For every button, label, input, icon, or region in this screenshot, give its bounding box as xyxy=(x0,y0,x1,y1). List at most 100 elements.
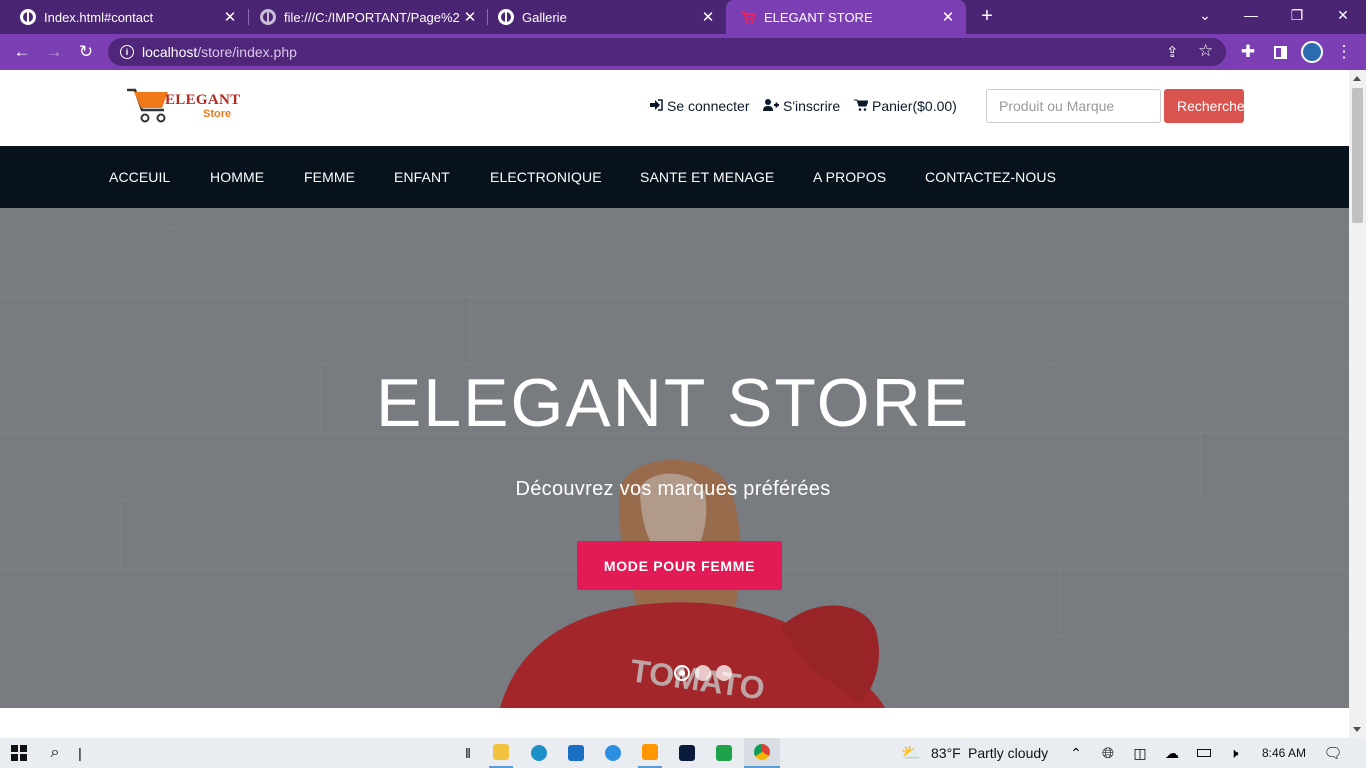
cart-favicon-icon xyxy=(740,9,757,25)
page-viewport: ELEGANT Store Se connecter S'inscrire Pa… xyxy=(0,70,1349,738)
search-button[interactable]: ⌕ xyxy=(44,738,66,768)
search-button[interactable]: Recherche xyxy=(1164,89,1244,123)
share-icon[interactable]: ⇪ xyxy=(1166,43,1179,61)
new-tab-button[interactable]: + xyxy=(976,5,998,27)
language-button[interactable]: 🌐︎ xyxy=(1098,738,1118,768)
globe-icon xyxy=(260,9,276,25)
site-logo[interactable]: ELEGANT Store xyxy=(125,84,249,128)
scroll-down-icon[interactable] xyxy=(1353,727,1361,732)
volume-button[interactable]: 🕨︎ xyxy=(1224,738,1244,768)
app-button[interactable] xyxy=(601,738,625,768)
browser-menu-button[interactable]: ⋮ xyxy=(1332,40,1356,64)
show-hidden-icons-button[interactable]: ⌃ xyxy=(1066,738,1086,768)
hero-title: ELEGANT STORE xyxy=(375,365,971,441)
address-host: localhost xyxy=(142,44,198,60)
side-panel-icon xyxy=(1273,45,1287,59)
scroll-up-icon[interactable] xyxy=(1353,76,1361,81)
edge-icon xyxy=(531,745,547,761)
forward-button[interactable]: → xyxy=(42,40,66,64)
folder-icon xyxy=(493,744,509,760)
weather-desc[interactable]: Partly cloudy xyxy=(968,745,1048,761)
nav-item-enfant[interactable]: ENFANT xyxy=(394,146,450,208)
sublime-icon xyxy=(642,744,658,760)
battery-button[interactable] xyxy=(1194,738,1214,768)
nav-item-femme[interactable]: FEMME xyxy=(304,146,355,208)
cart-icon xyxy=(854,98,869,114)
minimize-button[interactable]: — xyxy=(1228,0,1274,30)
puzzle-icon: ✚ xyxy=(1240,42,1256,61)
search-input[interactable]: Produit ou Marque xyxy=(986,89,1161,123)
photoshop-button[interactable] xyxy=(675,738,699,768)
notifications-button[interactable]: 🗨︎ xyxy=(1322,738,1344,768)
meet-button[interactable]: ◫ xyxy=(1130,738,1150,768)
nav-item-electronique[interactable]: ELECTRONIQUE xyxy=(490,146,602,208)
browser-tab-elegant-store[interactable]: ELEGANT STORE ✕ xyxy=(726,0,966,34)
weather-widget[interactable]: ⛅ xyxy=(898,738,924,768)
close-window-button[interactable]: ✕ xyxy=(1320,0,1366,30)
app-green-button[interactable] xyxy=(712,738,736,768)
reload-icon: ↻ xyxy=(78,42,94,61)
chrome-icon xyxy=(754,744,770,760)
globe-icon: 🌐︎ xyxy=(1101,744,1114,762)
edge-button[interactable] xyxy=(527,738,551,768)
sign-in-icon xyxy=(650,98,663,114)
main-nav: ACCEUIL HOMME FEMME ENFANT ELECTRONIQUE … xyxy=(0,146,1349,208)
tab-title: ELEGANT STORE xyxy=(764,9,873,25)
nav-item-sante-et-menage[interactable]: SANTE ET MENAGE xyxy=(640,146,774,208)
file-explorer-button[interactable] xyxy=(489,738,513,768)
nav-item-a-propos[interactable]: A PROPOS xyxy=(813,146,886,208)
browser-toolbar: ← → ↻ i localhost/store/index.php ⇪ ☆ ✚ … xyxy=(0,34,1366,70)
close-tab-icon[interactable]: ✕ xyxy=(698,8,718,26)
close-tab-icon[interactable]: ✕ xyxy=(938,8,958,26)
mode-pour-femme-button[interactable]: MODE POUR FEMME xyxy=(577,541,782,590)
close-tab-icon[interactable]: ✕ xyxy=(460,8,480,26)
reload-button[interactable]: ↻ xyxy=(74,40,98,64)
arrow-right-icon: → xyxy=(45,42,63,61)
kebab-menu-icon: ⋮ xyxy=(1335,42,1353,61)
browser-tab-file[interactable]: file:///C:/IMPORTANT/Page%20W ✕ xyxy=(240,0,488,34)
carousel-dot-2[interactable] xyxy=(695,665,711,681)
windows-taskbar: ⌕ | ‖ ⛅ 83°F Partly cloudy ⌃ 🌐︎ ◫ ☁︎ 🕨︎ … xyxy=(0,738,1366,768)
extensions-button[interactable]: ✚ xyxy=(1236,40,1260,64)
speaker-icon: 🕨︎ xyxy=(1229,744,1239,761)
tab-search-button[interactable]: ⌄ xyxy=(1182,0,1228,30)
browser-tab-gallerie[interactable]: Gallerie ✕ xyxy=(478,0,726,34)
profile-avatar[interactable] xyxy=(1300,40,1324,64)
address-bar[interactable]: i localhost/store/index.php ⇪ ☆ xyxy=(108,38,1226,66)
bookmark-star-icon[interactable]: ☆ xyxy=(1198,41,1213,61)
login-label: Se connecter xyxy=(667,98,750,114)
login-link[interactable]: Se connecter xyxy=(650,98,750,114)
back-button[interactable]: ← xyxy=(10,40,34,64)
restore-button[interactable]: ❐ xyxy=(1274,0,1320,30)
nav-item-contactez-nous[interactable]: CONTACTEZ-NOUS xyxy=(925,146,1056,208)
start-button[interactable] xyxy=(8,738,30,768)
browser-tab-index[interactable]: Index.html#contact ✕ xyxy=(0,0,248,34)
carousel-dot-1[interactable] xyxy=(674,665,690,681)
close-tab-icon[interactable]: ✕ xyxy=(220,8,240,26)
weather-temp[interactable]: 83°F xyxy=(931,745,961,761)
onedrive-button[interactable]: ☁︎ xyxy=(1162,738,1182,768)
hero-subtitle: Découvrez vos marques préférées xyxy=(515,478,831,500)
restore-icon: ❐ xyxy=(1290,6,1304,23)
cart-label: Panier($0.00) xyxy=(872,98,957,114)
cart-link[interactable]: Panier($0.00) xyxy=(854,98,957,114)
task-view-button[interactable]: | xyxy=(74,738,86,768)
sublime-text-button[interactable] xyxy=(638,738,662,768)
scrollbar-thumb[interactable] xyxy=(1352,88,1363,223)
page-scrollbar[interactable] xyxy=(1349,70,1366,738)
battery-icon xyxy=(1197,749,1211,757)
mail-icon xyxy=(568,745,584,761)
notification-icon: 🗨︎ xyxy=(1323,745,1343,762)
chrome-button[interactable] xyxy=(744,738,780,768)
signup-link[interactable]: S'inscrire xyxy=(763,98,840,114)
nav-item-homme[interactable]: HOMME xyxy=(210,146,264,208)
side-panel-button[interactable] xyxy=(1268,40,1292,64)
tab-title: file:///C:/IMPORTANT/Page%20W xyxy=(284,9,460,25)
carousel-dot-3[interactable] xyxy=(716,665,732,681)
address-path: /store/index.php xyxy=(197,44,297,60)
tab-title: Gallerie xyxy=(522,9,567,25)
nav-item-acceuil[interactable]: ACCEUIL xyxy=(109,146,170,208)
clock[interactable]: 8:46 AM xyxy=(1262,746,1306,760)
mail-button[interactable] xyxy=(564,738,588,768)
info-icon[interactable]: i xyxy=(120,45,134,59)
